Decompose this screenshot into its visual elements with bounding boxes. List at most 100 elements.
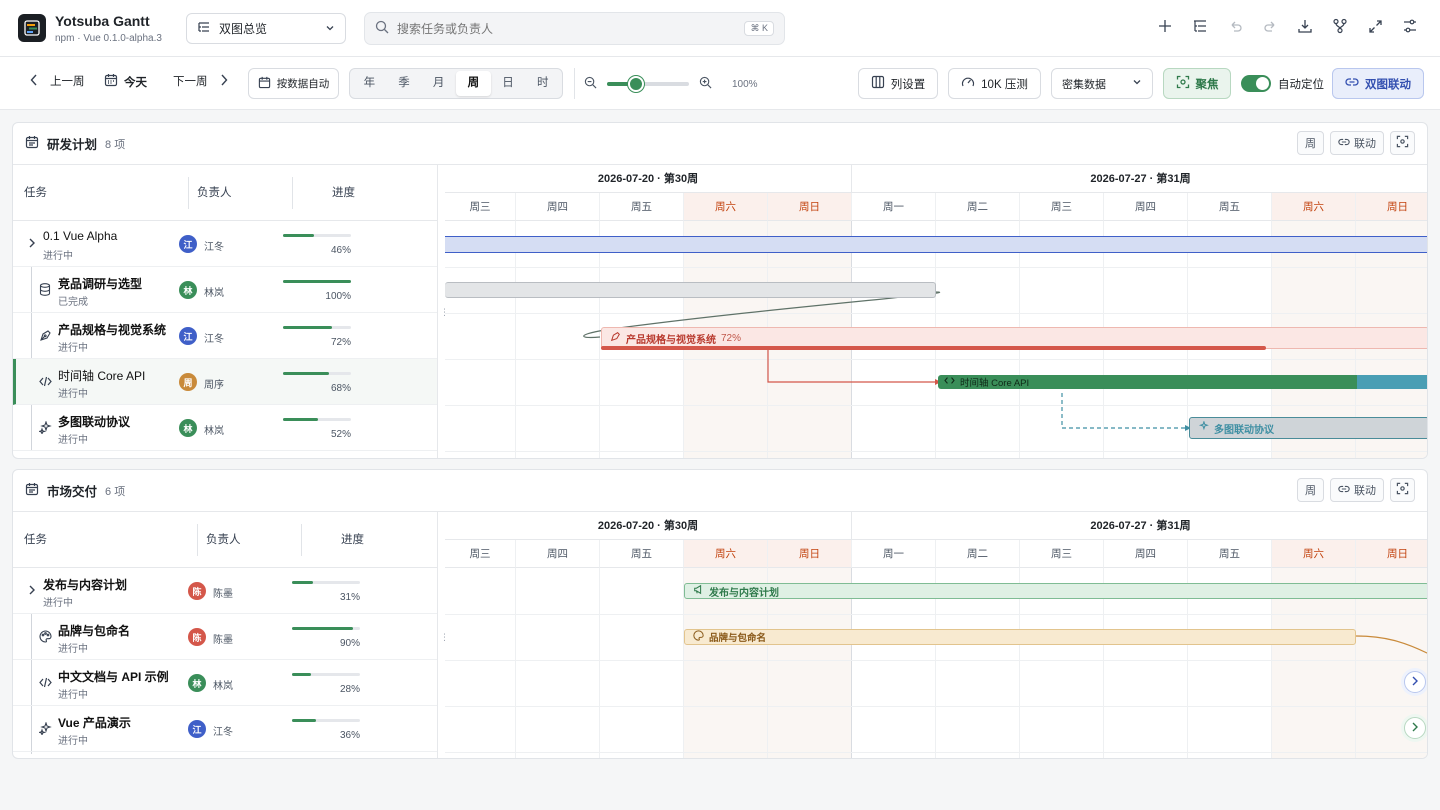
zoom-slider-knob[interactable]: [627, 76, 644, 92]
scale-week[interactable]: 周: [456, 71, 491, 96]
chevron-right-icon[interactable]: [25, 583, 39, 597]
dependency-links: [583, 291, 1191, 431]
link-icon: [1338, 483, 1350, 498]
gantt-bar-sync[interactable]: 多图联动协议: [1189, 417, 1427, 439]
col-separator[interactable]: [292, 177, 293, 209]
gantt-bar-brand[interactable]: 品牌与包命名: [684, 629, 1356, 645]
task-status: 进行中: [58, 736, 88, 747]
table-row[interactable]: 多图联动协议 进行中 林 林岚 52%: [13, 405, 437, 451]
bar-progress: 72%: [721, 332, 742, 344]
focus-button[interactable]: 聚焦: [1163, 68, 1231, 99]
col-task: 任务: [24, 187, 47, 199]
calendar-icon: [25, 482, 39, 499]
add-subtask-icon[interactable]: [1192, 18, 1208, 34]
panel-link-button[interactable]: 联动: [1330, 131, 1384, 155]
avatar: 林: [179, 281, 197, 299]
calendar-icon: [258, 76, 271, 92]
scale-month[interactable]: 月: [421, 71, 456, 96]
col-separator[interactable]: [188, 177, 189, 209]
table-row[interactable]: Vue 产品演示 进行中 江 江冬 36%: [13, 706, 437, 752]
panel-actions: 周 联动: [1297, 131, 1415, 155]
panel-week-button[interactable]: 周: [1297, 131, 1324, 155]
chevron-right-icon: [1411, 721, 1419, 735]
table-row[interactable]: 产品规格与视觉系统 进行中 江 江冬 72%: [13, 313, 437, 359]
progress-bar: [292, 581, 360, 584]
table-row[interactable]: 竞品调研与选型 已完成 林 林岚 100%: [13, 267, 437, 313]
redo-icon[interactable]: [1262, 18, 1278, 34]
table-row[interactable]: 发布与内容计划 进行中 陈 陈墨 31%: [13, 568, 437, 614]
auto-fit-button[interactable]: 按数据自动: [248, 68, 339, 99]
table-row[interactable]: 品牌与包命名 进行中 陈 陈墨 90%: [13, 614, 437, 660]
col-separator[interactable]: [197, 524, 198, 556]
toolbar-divider: [574, 68, 575, 99]
scroll-to-task-button[interactable]: [1404, 671, 1426, 693]
panel-title: 研发计划: [47, 138, 98, 152]
gantt-bar-launch[interactable]: 发布与内容计划: [684, 583, 1427, 599]
grid-splitter[interactable]: ⋮: [440, 632, 449, 642]
palette-icon: [693, 630, 704, 644]
today-label: 今天: [124, 76, 147, 89]
dataset-select[interactable]: 密集数据: [1051, 68, 1153, 99]
panel-focus-button[interactable]: [1390, 131, 1415, 155]
col-separator[interactable]: [301, 524, 302, 556]
panel-week-button[interactable]: 周: [1297, 478, 1324, 502]
search-input[interactable]: [397, 21, 737, 36]
avatar: 林: [188, 674, 206, 692]
zoom-value: 100%: [732, 78, 758, 90]
download-icon[interactable]: [1297, 18, 1313, 34]
progress-fill: [292, 673, 312, 676]
task-status: 进行中: [43, 598, 73, 609]
progress-fill: [292, 719, 317, 722]
scale-year[interactable]: 年: [352, 71, 387, 96]
progress-fill: [283, 418, 319, 421]
auto-locate-toggle[interactable]: [1241, 75, 1271, 92]
view-select[interactable]: 双图总览: [186, 13, 346, 44]
undo-icon[interactable]: [1227, 18, 1243, 34]
branch-icon[interactable]: [1332, 18, 1348, 34]
table-row[interactable]: 0.1 Vue Alpha 进行中 江 江冬 46%: [13, 221, 437, 267]
palette-icon: [38, 629, 52, 643]
gantt-bar-core-api[interactable]: 时间轴 Core API: [938, 375, 1427, 389]
scale-hour[interactable]: 时: [525, 71, 560, 96]
code-icon: [38, 374, 52, 388]
zoom-out-icon[interactable]: [584, 76, 597, 92]
chevron-left-icon: [30, 74, 38, 89]
add-icon[interactable]: [1157, 18, 1173, 34]
zoom-slider[interactable]: [607, 76, 689, 92]
panel-count: 6 项: [105, 485, 126, 498]
linked-view-button[interactable]: 双图联动: [1332, 68, 1424, 99]
zoom-in-icon[interactable]: [699, 76, 712, 92]
scroll-to-task-button[interactable]: [1404, 717, 1426, 739]
auto-fit-label: 按数据自动: [276, 78, 330, 90]
sparkle-icon: [1198, 420, 1209, 435]
progress-bar: [283, 418, 351, 421]
scale-day[interactable]: 日: [491, 71, 526, 96]
panel-link-label: 联动: [1354, 485, 1376, 497]
prev-week-button[interactable]: 上一周: [30, 73, 85, 89]
stress-test-button[interactable]: 10K 压测: [948, 68, 1041, 99]
table-row-selected[interactable]: 时间轴 Core API 进行中 周 周序 68%: [13, 359, 437, 405]
next-week-button[interactable]: 下一周: [173, 73, 228, 89]
gantt-bar-research[interactable]: [445, 282, 936, 298]
expand-icon[interactable]: [1367, 18, 1383, 34]
view-toolbar: 上一周 今天 下一周 按数据自动 年 季 月 周 日 时 100% 列设置 10…: [0, 57, 1440, 110]
today-button[interactable]: 今天: [104, 73, 147, 90]
panel-focus-button[interactable]: [1390, 478, 1415, 502]
column-settings-button[interactable]: 列设置: [858, 68, 938, 99]
search-bar[interactable]: ⌘ K: [364, 12, 785, 45]
auto-locate-label: 自动定位: [1278, 79, 1324, 91]
panel-link-button[interactable]: 联动: [1330, 478, 1384, 502]
progress-value: 100%: [325, 291, 351, 302]
col-owner: 负责人: [206, 534, 241, 546]
table-row[interactable]: 中文文档与 API 示例 进行中 林 林岚 28%: [13, 660, 437, 706]
gantt-bar-alpha[interactable]: [445, 236, 1427, 253]
chevron-right-icon[interactable]: [25, 236, 39, 250]
column-settings-label: 列设置: [890, 78, 926, 91]
settings-sliders-icon[interactable]: [1402, 18, 1418, 34]
progress-value: 90%: [339, 638, 360, 649]
scale-quarter[interactable]: 季: [387, 71, 422, 96]
chevron-right-icon: [220, 74, 228, 89]
grid-splitter[interactable]: ⋮: [440, 307, 449, 317]
avatar: 陈: [188, 628, 206, 646]
code-icon: [944, 376, 955, 388]
